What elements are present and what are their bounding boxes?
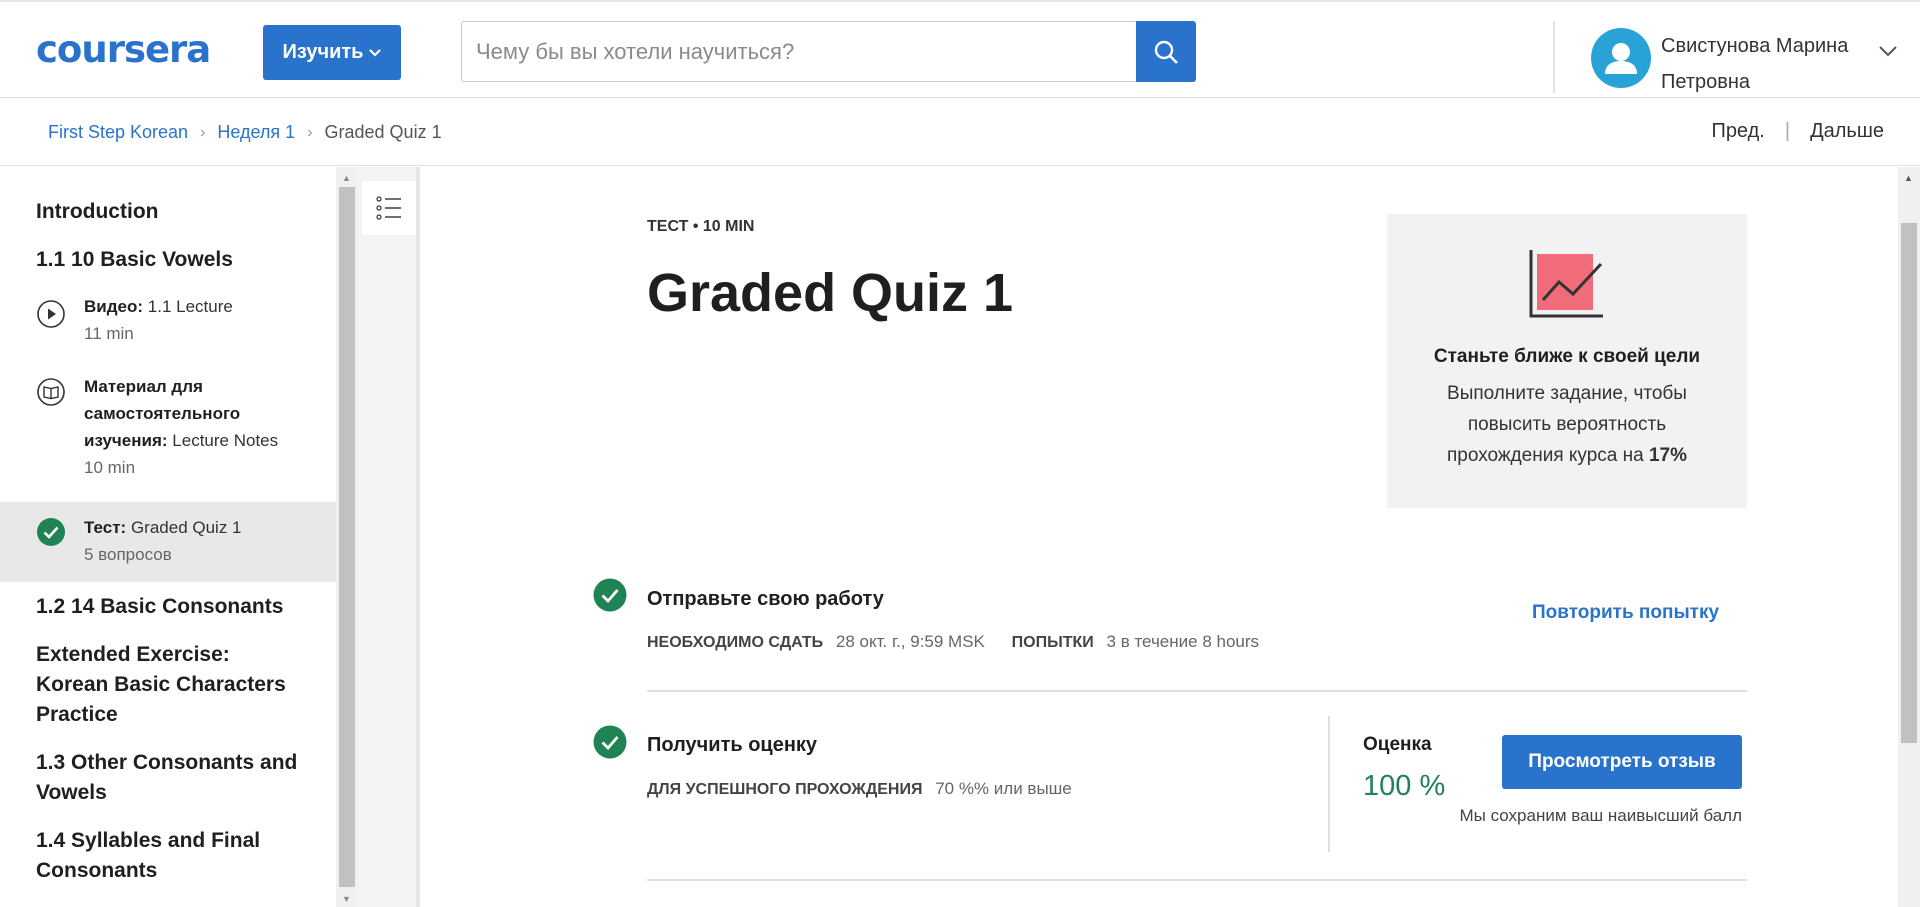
- submit-step-title: Отправьте свою работу: [647, 588, 884, 610]
- item-detail: 5 вопросов: [84, 545, 172, 564]
- submit-check-icon: [593, 578, 627, 612]
- nav-divider: |: [1784, 120, 1791, 142]
- divider: [647, 690, 1747, 692]
- section-syllables[interactable]: 1.4 Syllables and Final Consonants: [36, 826, 306, 886]
- chevron-right-icon: ›: [307, 123, 313, 141]
- main-scrollbar[interactable]: ▲: [1898, 167, 1920, 907]
- header-divider: [1553, 21, 1555, 93]
- breadcrumb-course[interactable]: First Step Korean: [48, 122, 188, 143]
- item-name: Lecture Notes: [172, 431, 279, 450]
- next-button[interactable]: Дальше: [1810, 120, 1884, 143]
- user-name-line1: Свистунова Марина: [1661, 35, 1849, 57]
- user-name-line2: Петровна: [1661, 71, 1751, 93]
- goal-text: Выполните задание, чтобы повысить вероят…: [1417, 378, 1717, 471]
- item-type-label: Тест:: [84, 518, 127, 537]
- scroll-down-icon[interactable]: ▼: [342, 894, 351, 904]
- section-basic-vowels[interactable]: 1.1 10 Basic Vowels: [36, 245, 306, 275]
- item-kicker: ТЕСТ • 10 MIN: [647, 218, 755, 235]
- scroll-up-icon[interactable]: ▲: [1904, 173, 1913, 183]
- top-header: coursera Изучить Свистунова Марина Петро…: [0, 0, 1920, 98]
- attempts-label: ПОПЫТКИ: [1011, 634, 1094, 651]
- breadcrumb-bar: First Step Korean › Неделя 1 › Graded Qu…: [0, 98, 1920, 166]
- course-sidebar: Introduction 1.1 10 Basic Vowels Видео: …: [0, 167, 336, 907]
- item-name: Graded Quiz 1: [130, 518, 242, 537]
- breadcrumb-current: Graded Quiz 1: [324, 122, 442, 142]
- search-button[interactable]: [1136, 21, 1196, 82]
- prev-button[interactable]: Пред.: [1711, 120, 1764, 143]
- explore-button[interactable]: Изучить: [263, 25, 401, 80]
- item-type-label: Видео:: [84, 297, 144, 316]
- sidebar-item-lecture[interactable]: Видео: 1.1 Lecture 11 min: [0, 289, 336, 357]
- explore-label: Изучить: [282, 41, 364, 63]
- avatar[interactable]: [1591, 28, 1651, 88]
- book-icon: [37, 378, 65, 406]
- sidebar-item-lecture-notes[interactable]: Материал для самостоятельного изучения: …: [0, 373, 336, 503]
- item-detail: 10 min: [84, 458, 136, 477]
- submit-meta: НЕОБХОДИМО СДАТЬ 28 окт. г., 9:59 MSK ПО…: [647, 632, 1259, 652]
- play-icon: [37, 300, 65, 328]
- prev-next-nav: Пред. | Дальше: [1711, 120, 1884, 143]
- section-other-consonants[interactable]: 1.3 Other Consonants and Vowels: [36, 748, 306, 808]
- breadcrumb-week[interactable]: Неделя 1: [217, 122, 295, 143]
- sidebar-scroll-thumb[interactable]: [339, 187, 355, 887]
- user-icon: [1605, 43, 1637, 74]
- main-scroll-thumb[interactable]: [1901, 223, 1917, 743]
- toc-toggle-column: [358, 167, 420, 907]
- user-name[interactable]: Свистунова Марина Петровна: [1661, 28, 1881, 100]
- coursera-logo[interactable]: coursera: [36, 28, 211, 71]
- sidebar-scrollbar[interactable]: ▲ ▼: [336, 167, 358, 907]
- toc-toggle-button[interactable]: [362, 181, 416, 235]
- grade-step-title: Получить оценку: [647, 734, 818, 756]
- goal-card: Станьте ближе к своей цели Выполните зад…: [1387, 214, 1747, 508]
- grade-label: Оценка: [1363, 734, 1432, 755]
- best-score-note: Мы сохраним ваш наивысший балл: [1459, 806, 1742, 825]
- chevron-down-icon: [369, 48, 382, 57]
- attempts-value: 3 в течение 8 hours: [1106, 632, 1260, 651]
- grade-check-icon: [593, 725, 627, 759]
- section-extended-exercise[interactable]: Extended Exercise: Korean Basic Characte…: [36, 640, 306, 730]
- grade-value: 100 %: [1363, 770, 1446, 802]
- grade-divider: [1328, 716, 1330, 852]
- retry-button[interactable]: Повторить попытку: [1532, 602, 1719, 624]
- divider: [647, 879, 1747, 881]
- search-icon: [1154, 40, 1178, 64]
- list-icon: [376, 196, 401, 220]
- sidebar-item-graded-quiz[interactable]: Тест: Graded Quiz 1 5 вопросов: [0, 502, 336, 582]
- search-input[interactable]: [461, 21, 1136, 82]
- user-menu-chevron-icon[interactable]: [1879, 46, 1897, 57]
- progress-chart-icon: [1529, 250, 1603, 318]
- goal-heading: Станьте ближе к своей цели: [1433, 346, 1701, 367]
- scroll-up-icon[interactable]: ▲: [342, 173, 351, 183]
- chevron-right-icon: ›: [200, 123, 206, 141]
- pass-label: ДЛЯ УСПЕШНОГО ПРОХОЖДЕНИЯ: [647, 781, 923, 798]
- due-value: 28 окт. г., 9:59 MSK: [835, 632, 985, 651]
- item-name: 1.1 Lecture: [147, 297, 233, 316]
- pass-value: 70 %% или выше: [935, 779, 1072, 798]
- goal-percent: 17%: [1648, 445, 1687, 466]
- breadcrumb: First Step Korean › Неделя 1 › Graded Qu…: [48, 122, 442, 143]
- page-title: Graded Quiz 1: [647, 263, 1014, 323]
- view-feedback-button[interactable]: Просмотреть отзыв: [1502, 735, 1742, 789]
- section-basic-consonants[interactable]: 1.2 14 Basic Consonants: [36, 592, 306, 622]
- pass-meta: ДЛЯ УСПЕШНОГО ПРОХОЖДЕНИЯ 70 %% или выше: [647, 779, 1072, 799]
- section-introduction[interactable]: Introduction: [36, 197, 306, 227]
- due-label: НЕОБХОДИМО СДАТЬ: [647, 634, 824, 651]
- item-detail: 11 min: [84, 324, 134, 343]
- check-circle-icon: [37, 518, 65, 546]
